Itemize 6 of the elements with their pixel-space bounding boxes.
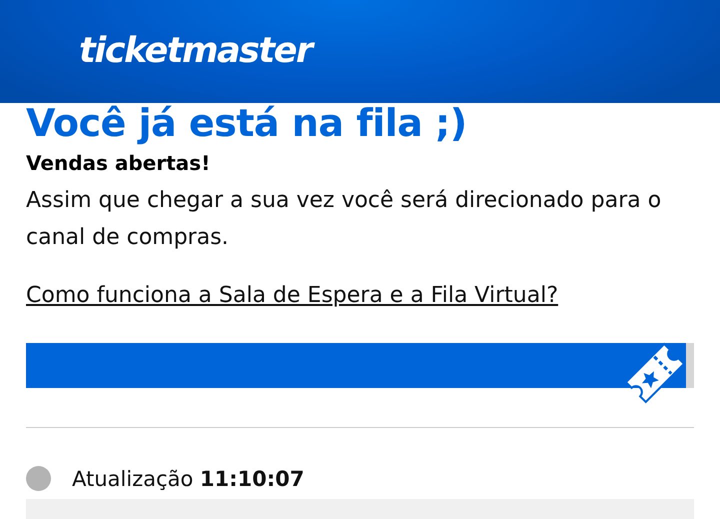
page-title: Você já está na fila ;) bbox=[26, 103, 468, 143]
update-time: Atualização 11:10:07 bbox=[72, 466, 304, 490]
help-link[interactable]: Como funciona a Sala de Espera e a Fila Virtual? bbox=[26, 281, 558, 311]
sales-status: Vendas abertas! bbox=[26, 150, 212, 177]
logo[interactable]: ticketmaster bbox=[79, 30, 312, 70]
queue-message: Assim que chegar a sua vez você será direcionado para o canal de compras. bbox=[26, 187, 662, 252]
